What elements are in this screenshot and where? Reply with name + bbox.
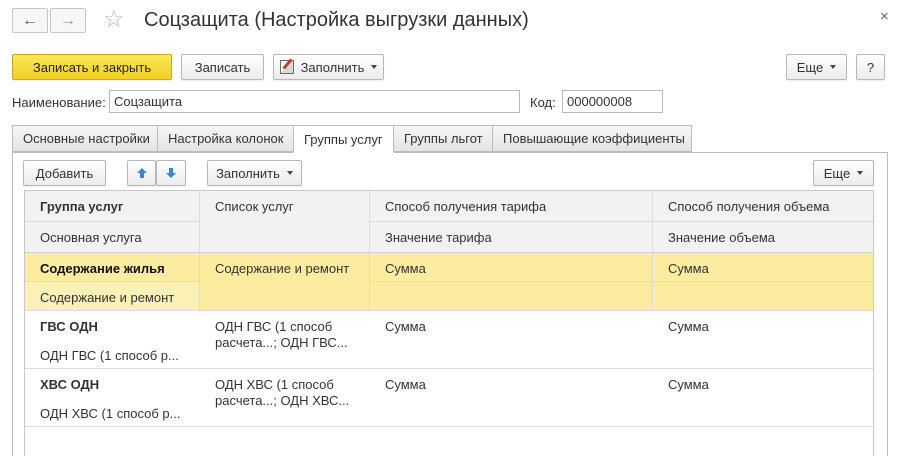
chevron-down-icon bbox=[830, 65, 837, 69]
table-row-services[interactable]: Содержание и ремонт bbox=[215, 261, 349, 276]
chevron-down-icon bbox=[371, 65, 378, 69]
save-and-close-button[interactable]: Записать и закрыть bbox=[12, 54, 172, 80]
table-row-group[interactable]: Содержание жилья bbox=[40, 261, 165, 276]
tab-service-groups[interactable]: Группы услуг bbox=[293, 125, 394, 153]
name-label: Наименование: bbox=[12, 95, 106, 110]
table-more-button[interactable]: Еще bbox=[813, 160, 874, 186]
move-down-button[interactable] bbox=[156, 160, 186, 186]
move-up-button[interactable] bbox=[127, 160, 156, 186]
name-field[interactable]: Соцзащита bbox=[109, 90, 520, 113]
tab-label: Группы льгот bbox=[404, 131, 483, 146]
code-field[interactable]: 000000008 bbox=[562, 90, 663, 113]
table-row-services[interactable]: ОДН ГВС (1 способ bbox=[215, 319, 332, 334]
add-label: Добавить bbox=[35, 165, 94, 181]
chevron-down-icon bbox=[286, 171, 293, 175]
window-title: Соцзащита (Настройка выгрузки данных) bbox=[144, 9, 529, 31]
tab-main-settings[interactable]: Основные настройки bbox=[12, 125, 158, 152]
save-button[interactable]: Записать bbox=[181, 54, 264, 80]
table-row-group[interactable]: ХВС ОДН bbox=[40, 377, 99, 392]
close-icon[interactable]: × bbox=[880, 8, 889, 25]
favorite-star-icon[interactable]: ☆ bbox=[103, 6, 125, 34]
table-row-services-cont: расчета...; ОДН ХВС... bbox=[215, 393, 350, 408]
tab-label: Настройка колонок bbox=[168, 131, 284, 146]
header-main-service[interactable]: Основная услуга bbox=[40, 230, 142, 245]
table-more-label: Еще bbox=[823, 165, 851, 181]
chevron-down-icon bbox=[857, 171, 864, 175]
table-row-services[interactable]: ОДН ХВС (1 способ bbox=[215, 377, 334, 392]
code-label: Код: bbox=[530, 95, 556, 110]
arrow-left-icon: ← bbox=[22, 11, 38, 29]
tab-benefit-groups[interactable]: Группы льгот bbox=[393, 125, 493, 152]
table-row-main-service[interactable]: ОДН ГВС (1 способ р... bbox=[40, 348, 179, 363]
table-row-main-service[interactable]: ОДН ХВС (1 способ р... bbox=[40, 406, 180, 421]
save-label: Записать bbox=[194, 59, 251, 75]
more-button[interactable]: Еще bbox=[786, 54, 847, 80]
header-volume-method[interactable]: Способ получения объема bbox=[668, 199, 830, 214]
header-service-group[interactable]: Группа услуг bbox=[40, 199, 123, 214]
service-groups-table[interactable]: Группа услуг Основная услуга Список услу… bbox=[24, 190, 874, 456]
tab-columns-settings[interactable]: Настройка колонок bbox=[157, 125, 294, 152]
help-button[interactable]: ? bbox=[856, 54, 885, 80]
tab-coefficients[interactable]: Повышающие коэффициенты bbox=[492, 125, 692, 152]
fill-icon bbox=[279, 58, 294, 74]
add-button[interactable]: Добавить bbox=[23, 160, 106, 186]
arrow-down-icon bbox=[166, 168, 176, 178]
fill-label: Заполнить bbox=[300, 59, 365, 75]
table-row-main-service[interactable]: Содержание и ремонт bbox=[40, 290, 174, 305]
table-row-volume-method[interactable]: Сумма bbox=[668, 377, 709, 392]
table-row-volume-method[interactable]: Сумма bbox=[668, 261, 709, 276]
header-tariff-method[interactable]: Способ получения тарифа bbox=[385, 199, 546, 214]
table-row-group[interactable]: ГВС ОДН bbox=[40, 319, 98, 334]
table-row-services-cont: расчета...; ОДН ГВС... bbox=[215, 335, 348, 350]
save-and-close-label: Записать и закрыть bbox=[32, 59, 152, 75]
table-row-tariff-method[interactable]: Сумма bbox=[385, 377, 426, 392]
table-row-tariff-method[interactable]: Сумма bbox=[385, 261, 426, 276]
header-tariff-value[interactable]: Значение тарифа bbox=[385, 230, 492, 245]
back-button[interactable]: ← bbox=[12, 8, 48, 33]
table-fill-label: Заполнить bbox=[216, 165, 280, 181]
arrow-right-icon: → bbox=[60, 11, 76, 29]
tab-label: Повышающие коэффициенты bbox=[503, 131, 685, 146]
header-service-list[interactable]: Список услуг bbox=[215, 199, 294, 214]
arrow-up-icon bbox=[136, 168, 147, 178]
tab-label: Основные настройки bbox=[23, 131, 150, 146]
tab-label: Группы услуг bbox=[304, 131, 383, 147]
header-volume-value[interactable]: Значение объема bbox=[668, 230, 775, 245]
help-label: ? bbox=[866, 59, 875, 75]
table-fill-button[interactable]: Заполнить bbox=[207, 160, 302, 186]
forward-button[interactable]: → bbox=[50, 8, 86, 33]
table-row-volume-method[interactable]: Сумма bbox=[668, 319, 709, 334]
table-row-tariff-method[interactable]: Сумма bbox=[385, 319, 426, 334]
more-label: Еще bbox=[796, 59, 824, 75]
fill-button[interactable]: Заполнить bbox=[273, 54, 384, 80]
